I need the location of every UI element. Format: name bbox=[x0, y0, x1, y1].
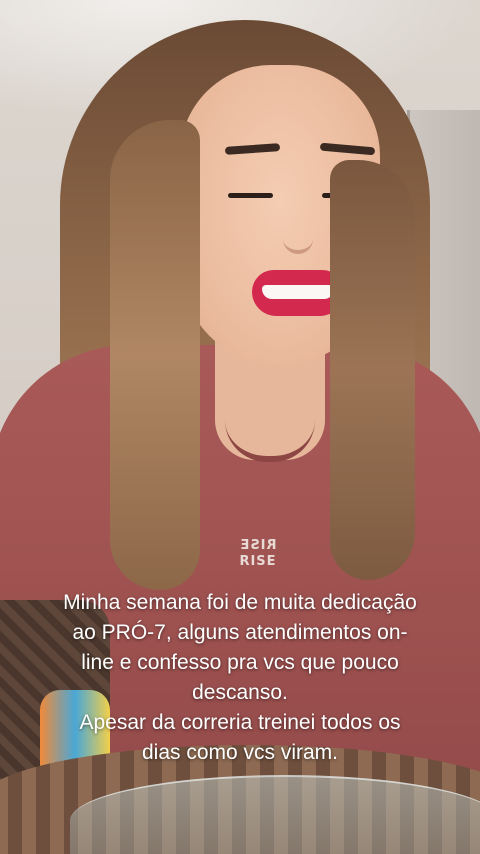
caption-line: line e confesso pra vcs que pouco bbox=[81, 651, 399, 674]
nose bbox=[283, 200, 313, 254]
story-frame[interactable]: RISE RISE Minha semana foi de muita dedi… bbox=[0, 0, 480, 854]
hair-front-left bbox=[110, 120, 200, 590]
caption-line: descanso. bbox=[192, 681, 288, 704]
shirt-logo: RISE RISE bbox=[235, 538, 281, 578]
caption-line: ao PRÓ-7, alguns atendimentos on- bbox=[72, 621, 408, 644]
caption-line: Minha semana foi de muita dedicação bbox=[63, 591, 417, 614]
caption-line: dias como vcs viram. bbox=[141, 741, 339, 764]
shirt-logo-bottom: RISE bbox=[239, 554, 277, 569]
teeth bbox=[262, 285, 334, 299]
caption-line: Apesar da correria treinei todos os bbox=[79, 711, 401, 734]
left-eye bbox=[228, 193, 273, 198]
hair-front-right bbox=[330, 160, 415, 580]
shirt-logo-top: RISE bbox=[239, 538, 277, 553]
story-caption: Minha semana foi de muita dedicação ao P… bbox=[20, 588, 460, 768]
